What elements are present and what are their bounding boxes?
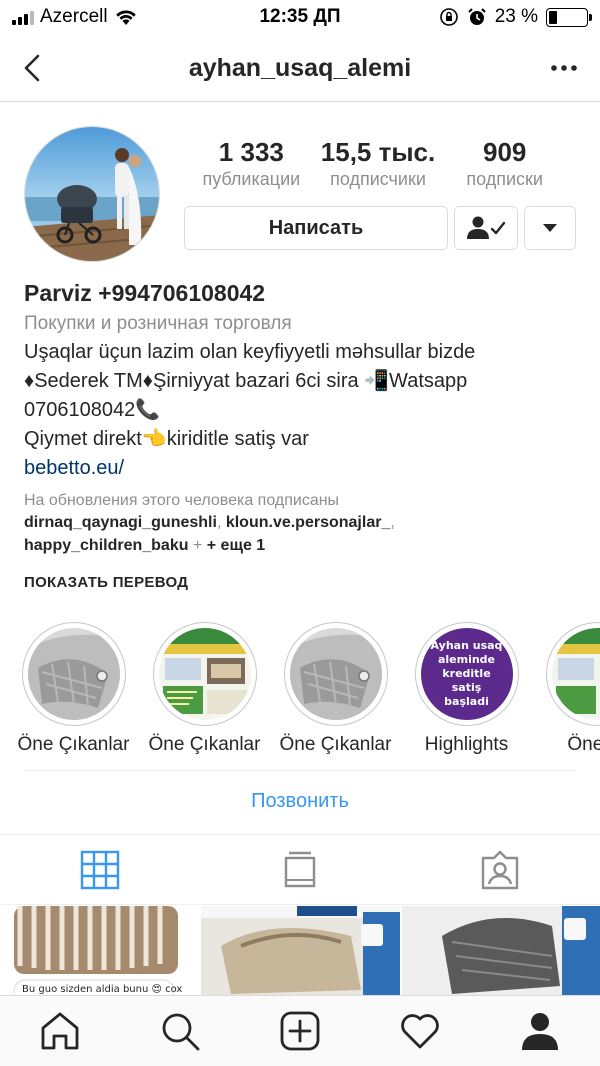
posts-count-label: публикации xyxy=(202,169,301,189)
highlight-cover: Ayhan usaq aleminde kreditle satiş başla… xyxy=(420,628,513,720)
following-count-label: подписки xyxy=(466,169,543,189)
highlight-cover xyxy=(289,628,382,720)
followed-by-label: На обновления этого человека подписаны xyxy=(24,492,340,509)
search-icon[interactable] xyxy=(159,1010,201,1052)
bio-website-link[interactable]: bebetto.eu/ xyxy=(24,454,584,483)
follower-name[interactable]: dirnaq_qaynagi_guneshli xyxy=(24,514,217,531)
more-horizontal-icon[interactable] xyxy=(546,50,582,86)
post-thumbnail[interactable] xyxy=(402,906,600,996)
avatar-photo xyxy=(25,127,159,261)
followers-count-label: подписчики xyxy=(330,169,426,189)
profile-icon[interactable] xyxy=(519,1010,561,1052)
bio-line: Uşaqlar üçun lazim olan keyfiyyetli məhs… xyxy=(24,341,476,363)
add-post-icon[interactable] xyxy=(279,1010,321,1052)
follower-name[interactable]: happy_children_baku xyxy=(24,537,189,554)
igtv-icon[interactable] xyxy=(279,849,321,891)
divider xyxy=(24,770,576,771)
home-icon[interactable] xyxy=(39,1010,81,1052)
highlight-ring xyxy=(152,622,257,726)
post-caption: Bu guo sizden aldia bunu 😍 cox xyxy=(22,984,183,995)
bio-line: Qiymet direkt👈kiriditle satiş var xyxy=(24,428,309,450)
post-thumbnail[interactable] xyxy=(201,906,400,996)
status-bar: Azercell 12:35 ДП 23 % xyxy=(0,0,600,36)
battery-icon xyxy=(546,7,592,27)
avatar[interactable] xyxy=(24,126,160,262)
status-right: 23 % xyxy=(439,6,592,28)
caret-down-icon xyxy=(543,224,557,232)
profile-category: Покупки и розничная торговля xyxy=(24,313,292,334)
profile-name: Parviz +994706108042 xyxy=(24,280,266,306)
highlight-ring: Ayhan usaq aleminde kreditle satiş başla… xyxy=(414,622,519,726)
post-grid: Bu guo sizden aldia bunu 😍 cox xyxy=(0,906,600,996)
highlight-item[interactable]: Ayhan usaq aleminde kreditle satiş başla… xyxy=(401,622,532,756)
heart-icon[interactable] xyxy=(399,1010,441,1052)
highlight-label: Öne Çıkanlar xyxy=(148,734,261,755)
posts-count[interactable]: 1 333 публикации xyxy=(188,136,315,190)
profile-bio: Parviz +994706108042 Покупки и розничная… xyxy=(24,278,584,557)
highlight-item[interactable]: Öne Çıkanlar xyxy=(8,622,139,756)
rotation-lock-icon xyxy=(439,8,458,26)
followers-count[interactable]: 15,5 тыс. подписчики xyxy=(315,136,442,190)
battery-percent: 23 % xyxy=(494,6,538,27)
bottom-tab-bar xyxy=(0,995,600,1066)
following-count[interactable]: 909 подписки xyxy=(441,136,568,190)
highlight-ring xyxy=(21,622,126,726)
highlight-cover xyxy=(27,628,120,720)
follower-name[interactable]: kloun.ve.personajlar_ xyxy=(226,514,391,531)
person-check-icon xyxy=(467,216,506,239)
followed-by-more[interactable]: + еще 1 xyxy=(207,537,265,554)
call-button[interactable]: Позвонить xyxy=(0,790,600,813)
highlight-item[interactable]: Öne Çıkanlar xyxy=(139,622,270,756)
nav-bar: ayhan_usaq_alemi xyxy=(0,36,600,102)
highlight-ring xyxy=(545,622,600,726)
bio-line: 0706108042📞 xyxy=(24,399,161,421)
following-button[interactable] xyxy=(454,206,518,250)
highlight-cover xyxy=(158,628,251,720)
tagged-icon[interactable] xyxy=(479,849,521,891)
profile-tabs xyxy=(0,835,600,905)
highlight-cover-text: Ayhan usaq aleminde kreditle satiş başla… xyxy=(430,639,503,708)
post-thumbnail[interactable]: Bu guo sizden aldia bunu 😍 cox xyxy=(0,906,199,996)
highlight-item[interactable]: Öne Çı xyxy=(532,622,600,756)
followed-by-list[interactable]: dirnaq_qaynagi_guneshli, kloun.ve.person… xyxy=(24,511,584,557)
message-button[interactable]: Написать xyxy=(184,206,448,250)
followers-count-value: 15,5 тыс. xyxy=(320,137,436,167)
grid-icon[interactable] xyxy=(79,849,121,891)
profile-username: ayhan_usaq_alemi xyxy=(188,54,412,82)
highlight-label: Öne Çıkanlar xyxy=(17,734,130,755)
profile-stats: 1 333 публикации 15,5 тыс. подписчики 90… xyxy=(188,136,568,190)
highlight-label: Highlights xyxy=(424,734,509,755)
bio-line: ♦Sederek TM♦Şirniyyat bazari 6ci sira 📲W… xyxy=(24,370,468,392)
highlight-item[interactable]: Öne Çıkanlar xyxy=(270,622,401,756)
highlight-cover xyxy=(551,628,600,720)
alarm-icon xyxy=(467,8,486,25)
story-highlights: Öne Çıkanlar Öne Çıkanlar Öne Çıkanlar A… xyxy=(0,622,600,762)
following-count-value: 909 xyxy=(482,137,527,167)
show-translation-link[interactable]: ПОКАЗАТЬ ПЕРЕВОД xyxy=(24,574,188,591)
highlight-label: Öne Çı xyxy=(567,734,600,755)
highlight-label: Öne Çıkanlar xyxy=(279,734,392,755)
highlight-ring xyxy=(283,622,388,726)
posts-count-value: 1 333 xyxy=(218,137,284,167)
suggested-dropdown-button[interactable] xyxy=(524,206,576,250)
profile-actions: Написать xyxy=(184,206,576,250)
